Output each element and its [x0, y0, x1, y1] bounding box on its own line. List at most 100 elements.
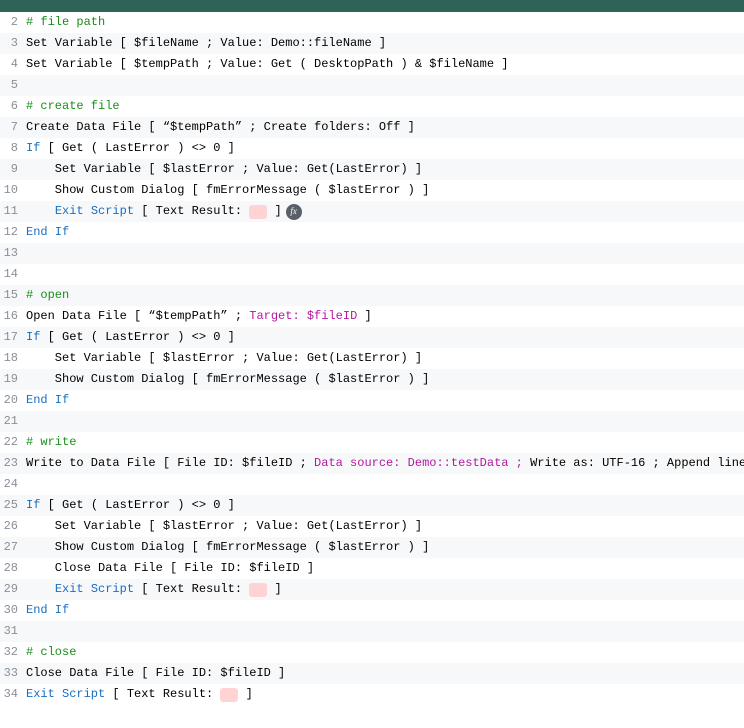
script-line[interactable]: 3Set Variable [ $fileName ; Value: Demo:… — [0, 33, 744, 54]
line-number: 29 — [0, 579, 26, 600]
code-content: Exit Script [ Text Result: ] — [26, 684, 744, 705]
code-text: Open Data File [ “$tempPath” ; — [26, 306, 249, 327]
code-text — [26, 201, 55, 222]
line-number: 22 — [0, 432, 26, 453]
script-line[interactable]: 30End If — [0, 600, 744, 621]
line-number: 17 — [0, 327, 26, 348]
script-line[interactable]: 7Create Data File [ “$tempPath” ; Create… — [0, 117, 744, 138]
code-text: [ Text Result: — [105, 684, 220, 705]
empty-result-placeholder[interactable] — [220, 688, 238, 702]
script-line[interactable]: 16Open Data File [ “$tempPath” ; Target:… — [0, 306, 744, 327]
script-line[interactable]: 8If [ Get ( LastError ) <> 0 ] — [0, 138, 744, 159]
script-line[interactable]: 23Write to Data File [ File ID: $fileID … — [0, 453, 744, 474]
line-number: 14 — [0, 264, 26, 285]
script-line[interactable]: 21 — [0, 411, 744, 432]
target-text: Target: $fileID — [249, 306, 357, 327]
code-content: End If — [26, 390, 744, 411]
code-text: [ Get ( LastError ) <> 0 ] — [40, 327, 234, 348]
code-content: # open — [26, 285, 744, 306]
script-line[interactable]: 33Close Data File [ File ID: $fileID ] — [0, 663, 744, 684]
comment-text: # close — [26, 642, 76, 663]
line-number: 5 — [0, 75, 26, 96]
empty-result-placeholder[interactable] — [249, 583, 267, 597]
script-line[interactable]: 14 — [0, 264, 744, 285]
line-number: 2 — [0, 12, 26, 33]
code-content: Show Custom Dialog [ fmErrorMessage ( $l… — [26, 180, 744, 201]
script-line[interactable]: 24 — [0, 474, 744, 495]
code-text: ] — [357, 306, 371, 327]
keyword-text: If — [26, 495, 40, 516]
code-text: Write to Data File [ File ID: $fileID ; — [26, 453, 314, 474]
code-content: Close Data File [ File ID: $fileID ] — [26, 558, 744, 579]
line-number: 20 — [0, 390, 26, 411]
script-editor: 2# file path3Set Variable [ $fileName ; … — [0, 12, 744, 705]
script-line[interactable]: 13 — [0, 243, 744, 264]
code-content: Exit Script [ Text Result: ]fx — [26, 201, 744, 222]
script-line[interactable]: 27 Show Custom Dialog [ fmErrorMessage (… — [0, 537, 744, 558]
code-content: Set Variable [ $lastError ; Value: Get(L… — [26, 516, 744, 537]
line-number: 16 — [0, 306, 26, 327]
code-text: [ Get ( LastError ) <> 0 ] — [40, 138, 234, 159]
code-text: Write as: UTF-16 ; Append line feed ] — [523, 453, 744, 474]
code-content: Exit Script [ Text Result: ] — [26, 579, 744, 600]
code-content: End If — [26, 222, 744, 243]
script-line[interactable]: 28 Close Data File [ File ID: $fileID ] — [0, 558, 744, 579]
code-content: Set Variable [ $lastError ; Value: Get(L… — [26, 348, 744, 369]
comment-text: # open — [26, 285, 69, 306]
fx-icon[interactable]: fx — [286, 204, 302, 220]
script-line[interactable]: 31 — [0, 621, 744, 642]
script-line[interactable]: 6# create file — [0, 96, 744, 117]
line-number: 21 — [0, 411, 26, 432]
code-content: Set Variable [ $tempPath ; Value: Get ( … — [26, 54, 744, 75]
line-number: 24 — [0, 474, 26, 495]
script-line[interactable]: 10 Show Custom Dialog [ fmErrorMessage (… — [0, 180, 744, 201]
code-content: Set Variable [ $lastError ; Value: Get(L… — [26, 159, 744, 180]
code-text: Set Variable [ $tempPath ; Value: Get ( … — [26, 54, 508, 75]
empty-result-placeholder[interactable] — [249, 205, 267, 219]
comment-text: # file path — [26, 12, 105, 33]
script-line[interactable]: 17If [ Get ( LastError ) <> 0 ] — [0, 327, 744, 348]
script-line[interactable]: 20End If — [0, 390, 744, 411]
code-text: ] — [238, 684, 252, 705]
line-number: 15 — [0, 285, 26, 306]
script-line[interactable]: 5 — [0, 75, 744, 96]
code-content: # close — [26, 642, 744, 663]
code-text: Set Variable [ $lastError ; Value: Get(L… — [26, 516, 422, 537]
script-line[interactable]: 18 Set Variable [ $lastError ; Value: Ge… — [0, 348, 744, 369]
code-content: If [ Get ( LastError ) <> 0 ] — [26, 495, 744, 516]
script-line[interactable]: 11 Exit Script [ Text Result: ]fx — [0, 201, 744, 222]
script-line[interactable]: 4Set Variable [ $tempPath ; Value: Get (… — [0, 54, 744, 75]
script-line[interactable]: 12End If — [0, 222, 744, 243]
script-line[interactable]: 15# open — [0, 285, 744, 306]
code-text: [ Get ( LastError ) <> 0 ] — [40, 495, 234, 516]
script-line[interactable]: 26 Set Variable [ $lastError ; Value: Ge… — [0, 516, 744, 537]
script-line[interactable]: 2# file path — [0, 12, 744, 33]
code-content: Create Data File [ “$tempPath” ; Create … — [26, 117, 744, 138]
script-line[interactable]: 34Exit Script [ Text Result: ] — [0, 684, 744, 705]
code-content: # create file — [26, 96, 744, 117]
line-number: 12 — [0, 222, 26, 243]
code-text: [ Text Result: — [134, 201, 249, 222]
code-text: ] — [267, 579, 281, 600]
code-text: Show Custom Dialog [ fmErrorMessage ( $l… — [26, 180, 429, 201]
line-number: 32 — [0, 642, 26, 663]
line-number: 25 — [0, 495, 26, 516]
line-number: 4 — [0, 54, 26, 75]
code-content: Open Data File [ “$tempPath” ; Target: $… — [26, 306, 744, 327]
code-text: Set Variable [ $lastError ; Value: Get(L… — [26, 348, 422, 369]
code-content: Close Data File [ File ID: $fileID ] — [26, 663, 744, 684]
script-line[interactable]: 19 Show Custom Dialog [ fmErrorMessage (… — [0, 369, 744, 390]
script-line[interactable]: 9 Set Variable [ $lastError ; Value: Get… — [0, 159, 744, 180]
script-line[interactable]: 25If [ Get ( LastError ) <> 0 ] — [0, 495, 744, 516]
script-line[interactable]: 29 Exit Script [ Text Result: ] — [0, 579, 744, 600]
script-line[interactable]: 22# write — [0, 432, 744, 453]
keyword-text: Exit Script — [26, 684, 105, 705]
line-number: 7 — [0, 117, 26, 138]
keyword-text: Exit Script — [55, 201, 134, 222]
line-number: 33 — [0, 663, 26, 684]
line-number: 26 — [0, 516, 26, 537]
code-content: Show Custom Dialog [ fmErrorMessage ( $l… — [26, 369, 744, 390]
script-line[interactable]: 32# close — [0, 642, 744, 663]
code-content: Show Custom Dialog [ fmErrorMessage ( $l… — [26, 537, 744, 558]
line-number: 30 — [0, 600, 26, 621]
